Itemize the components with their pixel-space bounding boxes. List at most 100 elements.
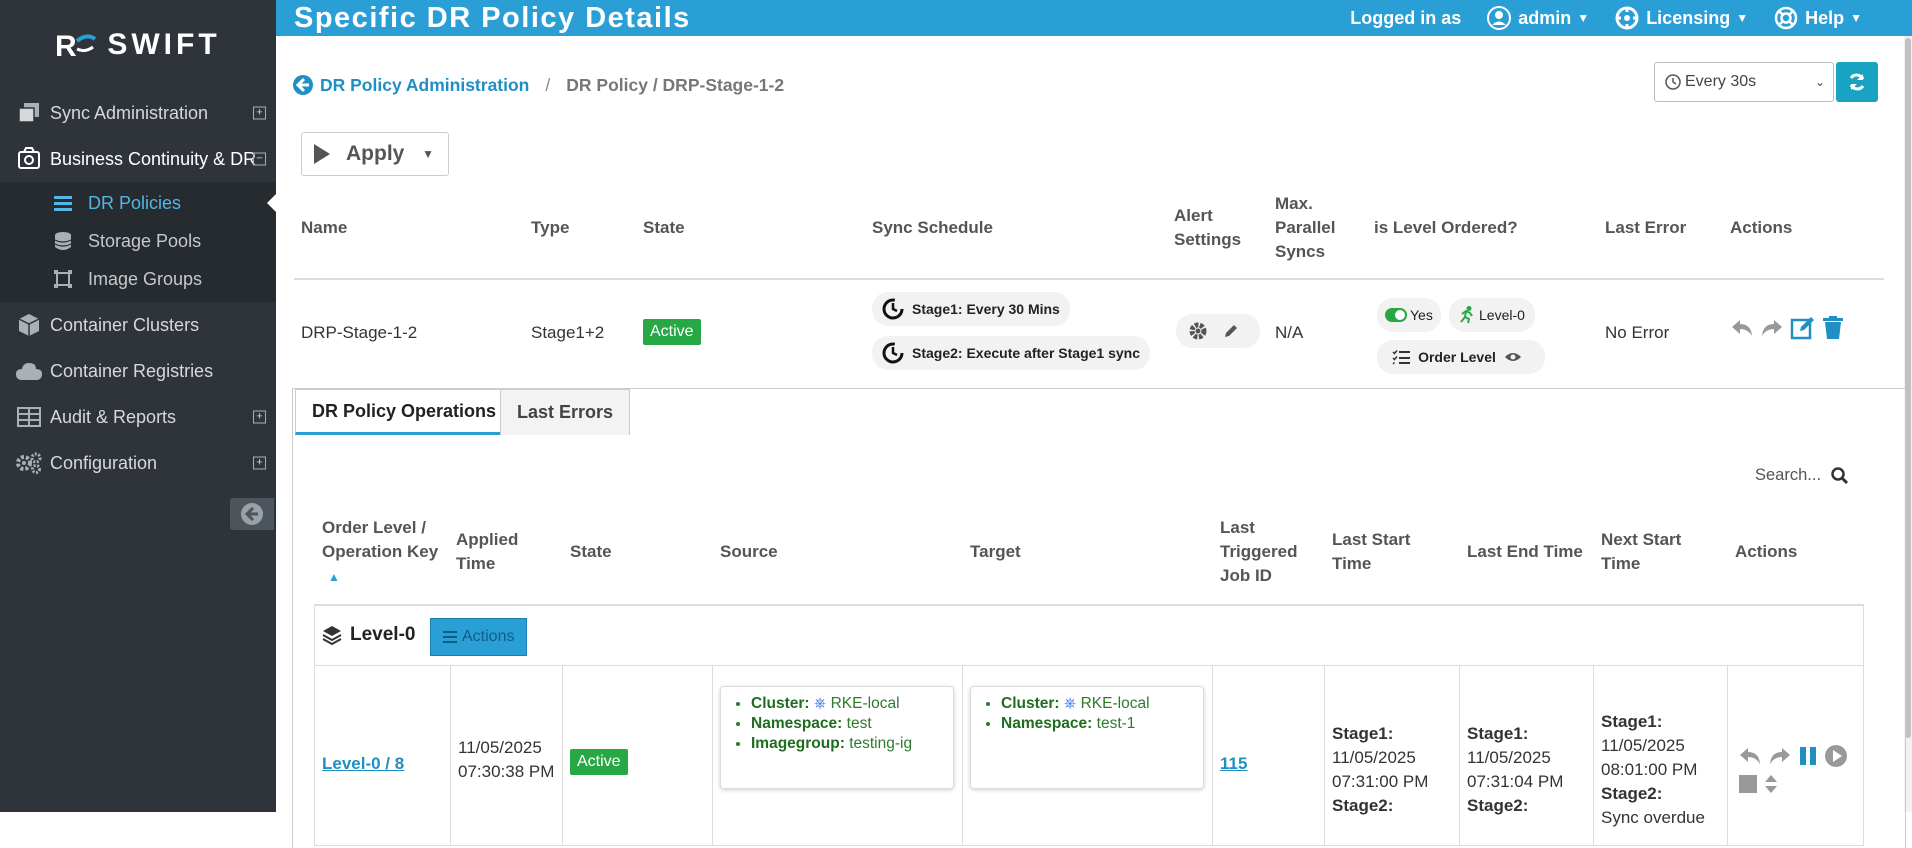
gear-icon[interactable] xyxy=(1188,321,1208,341)
refresh-interval-select[interactable]: Every 30s ⌄ xyxy=(1654,62,1834,102)
expand-icon[interactable]: + xyxy=(253,410,266,424)
help-menu[interactable]: Help ▼ xyxy=(1774,6,1862,30)
svg-text:R: R xyxy=(55,30,81,61)
source-namespace-value: test xyxy=(846,715,872,732)
col-header-last-error: Last Error xyxy=(1605,218,1687,237)
sort-icon[interactable] xyxy=(1764,774,1778,794)
start-time: 07:31:00 PM xyxy=(1332,772,1429,791)
sync-schedule-icon xyxy=(882,298,904,320)
cell-divider xyxy=(712,666,713,846)
trash-icon[interactable] xyxy=(1822,316,1844,340)
cell-divider xyxy=(962,666,963,846)
schedule-stage1: Stage1: Every 30 Mins xyxy=(872,292,1070,326)
undo-icon[interactable] xyxy=(1738,745,1762,767)
layers-icon xyxy=(322,626,342,645)
sub-label: Storage Pools xyxy=(88,230,202,251)
ops-col-next-start: Next Start Time xyxy=(1601,528,1681,576)
expand-icon[interactable]: + xyxy=(253,456,266,470)
applied-clock: 07:30:38 PM xyxy=(458,762,555,781)
order-level-button[interactable]: Order Level xyxy=(1377,340,1545,374)
field-label: Cluster: xyxy=(1001,695,1060,712)
last-error-value: No Error xyxy=(1605,323,1670,342)
header-text: Last Start xyxy=(1332,530,1411,549)
user-menu[interactable]: admin ▼ xyxy=(1487,6,1589,30)
header-text: Time xyxy=(1332,554,1372,573)
nav-dr-policies[interactable]: DR Policies xyxy=(0,184,276,222)
schedule-text: Stage2: Execute after Stage1 sync xyxy=(912,345,1140,361)
nav-configuration[interactable]: Configuration + xyxy=(0,440,276,486)
sidebar-collapse-button[interactable] xyxy=(230,498,274,530)
nav-label: Configuration xyxy=(50,452,158,473)
tab-dr-policy-operations[interactable]: DR Policy Operations xyxy=(295,389,514,435)
level-group-row xyxy=(314,606,1864,666)
logo-text: SWIFT xyxy=(107,28,221,61)
policy-actions xyxy=(1730,316,1844,340)
nav-image-groups[interactable]: Image Groups xyxy=(0,260,276,298)
gears-icon xyxy=(14,450,44,476)
header-text: Settings xyxy=(1174,230,1242,249)
undo-icon[interactable] xyxy=(1730,317,1754,339)
ops-col-actions: Actions xyxy=(1735,542,1798,561)
stop-icon[interactable] xyxy=(1738,774,1758,794)
ops-col-order-level[interactable]: Order Level / Operation Key ▲ xyxy=(322,516,438,589)
refresh-icon xyxy=(1849,73,1865,91)
chevron-down-icon: ⌄ xyxy=(1814,75,1825,89)
level-ordered-yes: Yes xyxy=(1377,298,1441,332)
refresh-button[interactable] xyxy=(1836,62,1878,102)
collapse-icon[interactable]: − xyxy=(253,152,266,166)
nav-storage-pools[interactable]: Storage Pools xyxy=(0,222,276,260)
running-person-icon xyxy=(1460,306,1473,324)
field-label: Cluster: xyxy=(751,695,810,712)
pencil-icon[interactable] xyxy=(1222,322,1240,340)
source-imagegroup: Imagegroup: testing-ig xyxy=(751,735,943,753)
header-text: Triggered xyxy=(1220,542,1298,561)
header-text: Time xyxy=(456,554,496,573)
cell-divider xyxy=(1727,666,1728,846)
ops-col-last-end: Last End Time xyxy=(1467,542,1583,561)
target-namespace-value: test-1 xyxy=(1096,715,1136,732)
level-actions-button[interactable]: Actions xyxy=(430,618,528,656)
chevron-down-icon: ▼ xyxy=(1850,11,1862,25)
source-card: Cluster: ⎈ RKE-local Namespace: test Ima… xyxy=(720,686,954,789)
kubernetes-icon: ⎈ xyxy=(1063,695,1077,712)
start-date: 11/05/2025 xyxy=(1332,748,1416,767)
nav-audit-reports[interactable]: Audit & Reports + xyxy=(0,394,276,440)
breadcrumb-parent-link[interactable]: DR Policy Administration xyxy=(292,74,529,96)
nav-sync-administration[interactable]: Sync Administration + xyxy=(0,90,276,136)
tab-last-errors[interactable]: Last Errors xyxy=(500,389,631,435)
next-time: 08:01:00 PM xyxy=(1601,760,1698,779)
nav-label: Container Registries xyxy=(50,360,214,381)
job-id-link[interactable]: 115 xyxy=(1220,754,1247,774)
stage-label: Stage1: xyxy=(1601,712,1663,731)
header-text: Last xyxy=(1220,518,1255,537)
search-box[interactable]: Search... xyxy=(1755,466,1849,485)
level-actions-label: Actions xyxy=(462,628,515,645)
search-icon xyxy=(1831,467,1849,484)
nav-label: Container Clusters xyxy=(50,314,200,335)
expand-icon[interactable]: + xyxy=(253,106,266,120)
ops-col-job-id: Last Triggered Job ID xyxy=(1220,516,1297,588)
search-input[interactable]: Search... xyxy=(1755,466,1821,485)
last-start-time: Stage1: 11/05/2025 07:31:00 PM Stage2: xyxy=(1332,722,1428,818)
redo-icon[interactable] xyxy=(1768,745,1792,767)
app-logo[interactable]: R SWIFT xyxy=(0,0,276,90)
apply-button[interactable]: Apply ▼ xyxy=(301,132,449,176)
nav-container-clusters[interactable]: Container Clusters xyxy=(0,302,276,348)
redo-icon[interactable] xyxy=(1760,317,1784,339)
stage-label: Stage2: xyxy=(1601,784,1663,803)
nav-business-continuity[interactable]: Business Continuity & DR − xyxy=(0,136,276,182)
col-header-alert-settings: Alert Settings xyxy=(1174,204,1241,252)
nav-container-registries[interactable]: Container Registries xyxy=(0,348,276,394)
play-circle-icon[interactable] xyxy=(1824,744,1848,768)
operation-key-link[interactable]: Level-0 / 8 xyxy=(322,754,404,774)
database-icon xyxy=(52,231,74,251)
arrow-left-circle-icon xyxy=(241,503,263,525)
policy-name: DRP-Stage-1-2 xyxy=(301,323,418,342)
licensing-menu[interactable]: Licensing ▼ xyxy=(1615,6,1748,30)
list-check-icon xyxy=(1392,350,1411,365)
licensing-label: Licensing xyxy=(1646,7,1731,28)
header-text: Operation Key xyxy=(322,542,439,561)
edit-icon[interactable] xyxy=(1790,316,1816,340)
pause-icon[interactable] xyxy=(1798,745,1818,767)
header-text: Alert xyxy=(1174,206,1213,225)
